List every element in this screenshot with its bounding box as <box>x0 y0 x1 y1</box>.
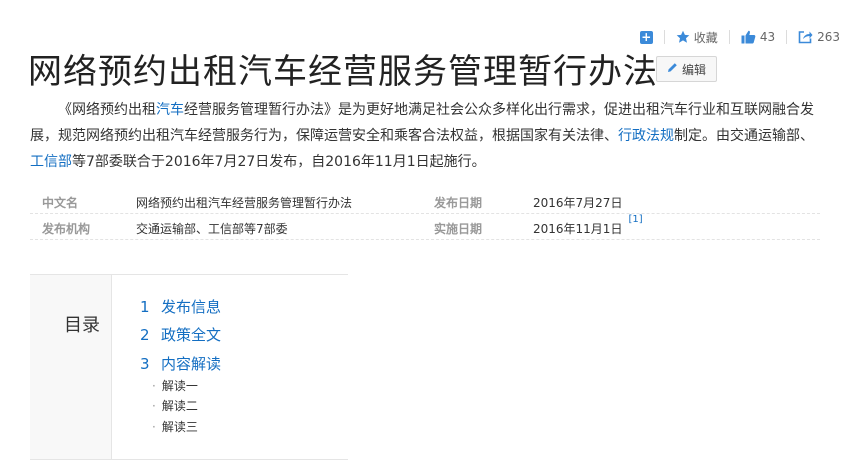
catalog-item-publish-info[interactable]: 1 发布信息 <box>140 296 221 317</box>
reference-link[interactable]: [1] <box>628 214 642 225</box>
plus-icon: + <box>639 29 653 44</box>
divider <box>728 30 730 44</box>
favorite-label: 收藏 <box>693 30 718 45</box>
share-count: 263 <box>817 30 840 44</box>
catalog-item-interpretation[interactable]: 3 内容解读 <box>140 353 221 374</box>
pencil-icon <box>667 62 678 76</box>
summary-text: 制定。由交通运输部、 <box>674 128 814 144</box>
add-button[interactable]: + <box>639 29 653 44</box>
share-icon <box>798 30 813 44</box>
divider <box>663 30 665 44</box>
thumbs-up-icon <box>741 30 756 44</box>
info-value-effective-date: 2016年11月1日 [1] <box>533 214 643 237</box>
like-button[interactable]: 43 <box>741 30 775 44</box>
action-bar: + 收藏 43 263 <box>639 27 840 47</box>
favorite-button[interactable]: 收藏 <box>676 29 718 46</box>
catalog-item-number: 3 <box>140 355 150 373</box>
info-value-chinese-name: 网络预约出租汽车经营服务管理暂行办法 <box>136 196 353 210</box>
catalog-subitem-label: 解读三 <box>161 420 198 434</box>
link-qiche[interactable]: 汽车 <box>156 102 184 118</box>
info-row: 中文名 网络预约出租汽车经营服务管理暂行办法 发布日期 2016年7月27日 <box>30 188 820 214</box>
lemma-summary: 《网络预约出租汽车经营服务管理暂行办法》是为更好地满足社会公众多样化出行需求，促… <box>30 97 820 175</box>
catalog-sidebar <box>30 275 112 459</box>
catalog-item-label: 发布信息 <box>161 298 222 316</box>
summary-text: 《网络预约出租 <box>58 102 156 118</box>
share-button[interactable]: 263 <box>798 30 840 44</box>
summary-text: 等7部委联合于2016年7月27日发布，自2016年11月1日起施行。 <box>72 154 486 170</box>
info-label-chinese-name: 中文名 <box>42 196 79 210</box>
catalog-item-number: 1 <box>140 298 150 316</box>
bullet: · <box>152 399 156 413</box>
catalog-title: 目录 <box>64 315 100 336</box>
catalog-item-label: 政策全文 <box>161 326 222 344</box>
link-xingzhengfagui[interactable]: 行政法规 <box>618 128 674 144</box>
star-icon <box>676 30 690 44</box>
catalog-subitem-1[interactable]: · 解读一 <box>152 377 198 394</box>
page-title: 网络预约出租汽车经营服务管理暂行办法 <box>28 52 658 92</box>
info-value-publisher: 交通运输部、工信部等7部委 <box>136 222 288 236</box>
bullet: · <box>152 379 156 393</box>
catalog-subitem-2[interactable]: · 解读二 <box>152 397 198 414</box>
info-value-publish-date: 2016年7月27日 <box>533 196 623 210</box>
catalog-item-number: 2 <box>140 326 150 344</box>
catalog-subitem-3[interactable]: · 解读三 <box>152 418 198 435</box>
catalog-item-label: 内容解读 <box>161 355 222 373</box>
info-row: 发布机构 交通运输部、工信部等7部委 实施日期 2016年11月1日 [1] <box>30 214 820 240</box>
catalog: 目录 1 发布信息 2 政策全文 3 内容解读 · 解读一 · 解读二 · 解读三 <box>30 274 348 460</box>
like-count: 43 <box>759 30 776 44</box>
info-label-publisher: 发布机构 <box>42 222 91 236</box>
info-label-publish-date: 发布日期 <box>434 196 483 210</box>
edit-button[interactable]: 编辑 <box>656 56 717 82</box>
edit-label: 编辑 <box>681 62 706 77</box>
basic-info: 中文名 网络预约出租汽车经营服务管理暂行办法 发布日期 2016年7月27日 发… <box>30 188 820 240</box>
catalog-item-full-text[interactable]: 2 政策全文 <box>140 324 221 345</box>
divider <box>786 30 788 44</box>
effective-date-text: 2016年11月1日 <box>533 222 623 236</box>
catalog-subitem-label: 解读二 <box>161 399 198 413</box>
bullet: · <box>152 420 156 434</box>
catalog-subitem-label: 解读一 <box>161 379 198 393</box>
info-label-effective-date: 实施日期 <box>434 222 483 236</box>
link-gongxinbu[interactable]: 工信部 <box>30 154 72 170</box>
